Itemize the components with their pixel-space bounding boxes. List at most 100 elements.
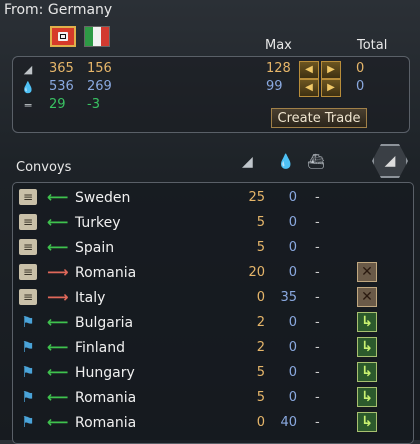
- country-name: Romania: [75, 265, 137, 281]
- incoming-arrow-icon: ⟵: [47, 313, 69, 331]
- total-column-header: Total: [357, 38, 388, 53]
- increase-button[interactable]: ▶: [321, 61, 341, 79]
- convoy-count: -: [315, 415, 320, 430]
- resource-value: -3: [87, 97, 100, 112]
- italy-flag-icon[interactable]: [84, 26, 110, 47]
- oil-amount: 0: [288, 240, 297, 255]
- convoy-row[interactable]: ⚑ ⟵ Hungary 5 0 - ↳: [13, 360, 413, 385]
- lend-lease-flag-icon: ⚑: [21, 388, 35, 406]
- outgoing-arrow-icon: ⟶: [47, 288, 69, 306]
- convoy-row[interactable]: ≡ ⟵ Turkey 5 0 -: [13, 210, 413, 235]
- oil-amount: 40: [280, 415, 297, 430]
- decrease-button[interactable]: ◀: [299, 61, 319, 79]
- cancel-trade-button[interactable]: ✕: [357, 287, 377, 307]
- send-button[interactable]: ↳: [357, 387, 377, 407]
- cancel-trade-button[interactable]: ✕: [357, 262, 377, 282]
- oil-amount: 0: [288, 215, 297, 230]
- convoy-row[interactable]: ⚑ ⟵ Romania 5 0 - ↳: [13, 385, 413, 410]
- resource-value: 29: [49, 97, 66, 112]
- convoy-row[interactable]: ≡ ⟵ Sweden 25 0 -: [13, 185, 413, 210]
- oil-amount: 0: [288, 190, 297, 205]
- incoming-arrow-icon: ⟵: [47, 413, 69, 431]
- steel-amount: 5: [256, 240, 265, 255]
- trade-menu-button[interactable]: ◢: [372, 144, 408, 178]
- lend-lease-flag-icon: ⚑: [21, 313, 35, 331]
- convoy-row[interactable]: ≡ ⟶ Romania 20 0 - ✕: [13, 260, 413, 285]
- convoy-count: -: [315, 315, 320, 330]
- convoy-count: -: [315, 340, 320, 355]
- trade-scroll-icon: ≡: [19, 289, 37, 305]
- country-name: Romania: [75, 390, 137, 406]
- convoy-count: -: [315, 290, 320, 305]
- country-name: Romania: [75, 415, 137, 431]
- incoming-arrow-icon: ⟵: [47, 188, 69, 206]
- convoy-row[interactable]: ≡ ⟵ Spain 5 0 -: [13, 235, 413, 260]
- country-name: Finland: [75, 340, 126, 356]
- steel-icon: ◢: [242, 154, 253, 170]
- incoming-arrow-icon: ⟵: [47, 338, 69, 356]
- send-button[interactable]: ↳: [357, 412, 377, 432]
- steel-icon: ◢: [23, 63, 33, 76]
- resource-value: 365: [49, 61, 74, 76]
- convoy-icon: ⛴: [307, 154, 325, 170]
- convoy-icon: ═: [24, 99, 32, 112]
- convoys-title: Convoys: [16, 160, 72, 175]
- trade-scroll-icon: ≡: [19, 214, 37, 230]
- send-button[interactable]: ↳: [357, 312, 377, 332]
- resource-row-oil: 💧 536 269 99 ◀ ▶ 0: [13, 79, 409, 97]
- steel-amount: 2: [256, 315, 265, 330]
- max-value: 128: [266, 61, 291, 76]
- convoy-row[interactable]: ⚑ ⟵ Bulgaria 2 0 - ↳: [13, 310, 413, 335]
- window-title: From: Germany: [4, 2, 113, 18]
- lend-lease-flag-icon: ⚑: [21, 413, 35, 431]
- send-button[interactable]: ↳: [357, 362, 377, 382]
- country-name: Spain: [75, 240, 115, 256]
- steel-amount: 5: [256, 365, 265, 380]
- trade-scroll-icon: ≡: [19, 239, 37, 255]
- resource-value: 269: [87, 79, 112, 94]
- incoming-arrow-icon: ⟵: [47, 213, 69, 231]
- max-value: 99: [266, 79, 283, 94]
- oil-amount: 0: [288, 340, 297, 355]
- country-name: Italy: [75, 290, 106, 306]
- convoy-count: -: [315, 240, 320, 255]
- convoy-count: -: [315, 215, 320, 230]
- country-name: Bulgaria: [75, 315, 134, 331]
- steel-amount: 0: [256, 290, 265, 305]
- convoy-count: -: [315, 390, 320, 405]
- resource-value: 536: [49, 79, 74, 94]
- steel-amount: 20: [248, 265, 265, 280]
- total-value: 0: [356, 61, 365, 76]
- lend-lease-flag-icon: ⚑: [21, 363, 35, 381]
- oil-amount: 0: [288, 365, 297, 380]
- oil-icon: 💧: [277, 154, 295, 170]
- oil-amount: 0: [288, 315, 297, 330]
- country-name: Hungary: [75, 365, 135, 381]
- total-value: 0: [356, 79, 365, 94]
- convoy-row[interactable]: ≡ ⟶ Italy 0 35 - ✕: [13, 285, 413, 310]
- country-name: Turkey: [75, 215, 121, 231]
- create-trade-button[interactable]: Create Trade: [271, 108, 367, 128]
- incoming-arrow-icon: ⟵: [47, 388, 69, 406]
- increase-button[interactable]: ▶: [321, 79, 341, 97]
- oil-amount: 35: [280, 290, 297, 305]
- steel-amount: 0: [256, 415, 265, 430]
- resource-panel: ◢ 365 156 128 ◀ ▶ 0 💧 536 269 99 ◀ ▶ 0 ═…: [12, 56, 410, 133]
- oil-amount: 0: [288, 390, 297, 405]
- decrease-button[interactable]: ◀: [299, 79, 319, 97]
- convoy-count: -: [315, 265, 320, 280]
- steel-amount: 2: [256, 340, 265, 355]
- outgoing-arrow-icon: ⟶: [47, 263, 69, 281]
- country-name: Sweden: [75, 190, 131, 206]
- convoy-row[interactable]: ⚑ ⟵ Romania 0 40 - ↳: [13, 410, 413, 435]
- send-button[interactable]: ↳: [357, 337, 377, 357]
- lend-lease-flag-icon: ⚑: [21, 338, 35, 356]
- convoy-row[interactable]: ⚑ ⟵ Finland 2 0 - ↳: [13, 335, 413, 360]
- oil-icon: 💧: [21, 81, 35, 94]
- convoy-list: ≡ ⟵ Sweden 2 5 0 - ≡ ⟵ Turkey 5 0 - ≡ ⟵ Spain 5 0 - ≡ ⟶ Roman…: [12, 182, 414, 444]
- trade-scroll-icon: ≡: [19, 189, 37, 205]
- incoming-arrow-icon: ⟵: [47, 238, 69, 256]
- steel-amount: 5: [256, 390, 265, 405]
- germany-flag-icon: [50, 26, 76, 47]
- steel-amount: 5: [256, 215, 265, 230]
